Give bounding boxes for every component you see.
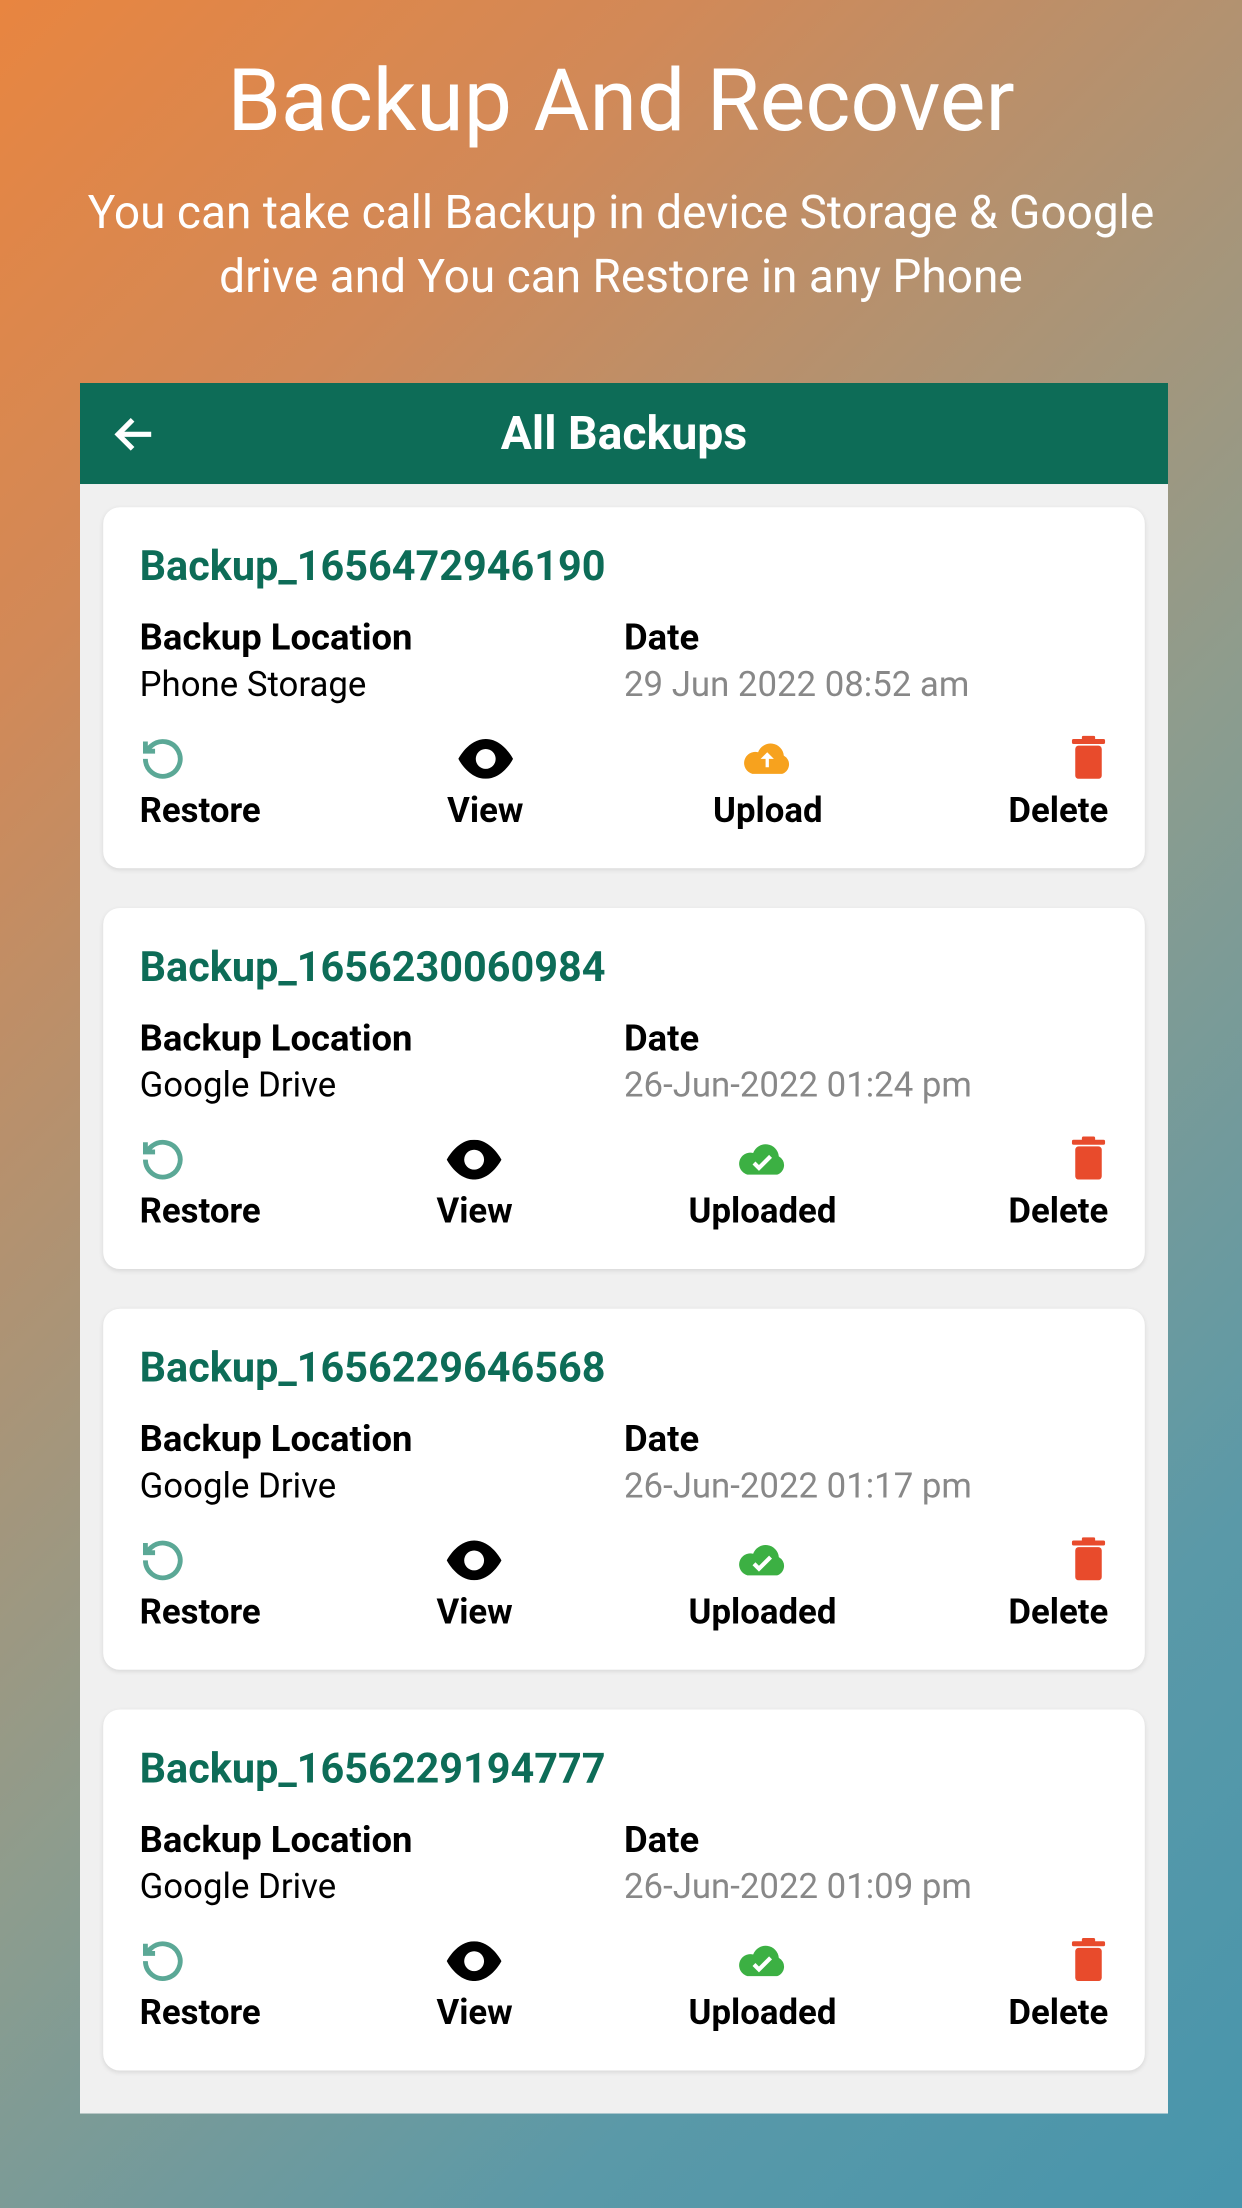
upload-label: Uploaded <box>689 1594 837 1634</box>
cloud-icon <box>736 1938 789 1984</box>
trash-icon <box>1069 736 1109 782</box>
upload-button[interactable]: Uploaded <box>689 1537 837 1633</box>
delete-button[interactable]: Delete <box>992 1537 1108 1633</box>
eye-icon <box>445 1938 505 1984</box>
date-label: Date <box>624 1019 1108 1060</box>
upload-label: Upload <box>713 792 823 832</box>
restore-label: Restore <box>140 792 261 832</box>
delete-button[interactable]: Delete <box>992 1136 1108 1232</box>
view-label: View <box>436 1193 512 1233</box>
view-label: View <box>436 1594 512 1634</box>
view-button[interactable]: View <box>417 1136 533 1232</box>
trash-icon <box>1069 1537 1109 1583</box>
eye-icon <box>445 1537 505 1583</box>
restore-label: Restore <box>140 1994 261 2034</box>
backup-name: Backup_1656472946190 <box>140 544 1109 592</box>
restore-icon <box>140 1537 186 1583</box>
delete-button[interactable]: Delete <box>992 1938 1108 2034</box>
backup-card: Backup_1656230060984 Backup Location Goo… <box>103 908 1145 1269</box>
date-label: Date <box>624 618 1108 659</box>
delete-label: Delete <box>1008 1594 1108 1634</box>
delete-label: Delete <box>1008 792 1108 832</box>
restore-button[interactable]: Restore <box>140 1136 261 1232</box>
restore-label: Restore <box>140 1594 261 1634</box>
view-button[interactable]: View <box>427 736 543 832</box>
date-value: 26-Jun-2022 01:24 pm <box>624 1067 1108 1107</box>
backup-list[interactable]: Backup_1656472946190 Backup Location Pho… <box>80 484 1168 2114</box>
location-value: Google Drive <box>140 1468 624 1508</box>
backup-name: Backup_1656229646568 <box>140 1345 1109 1393</box>
location-label: Backup Location <box>140 1019 624 1060</box>
cloud-icon <box>736 1136 789 1182</box>
upload-label: Uploaded <box>689 1994 837 2034</box>
upload-label: Uploaded <box>689 1193 837 1233</box>
date-label: Date <box>624 1820 1108 1861</box>
location-value: Phone Storage <box>140 666 624 706</box>
location-value: Google Drive <box>140 1868 624 1908</box>
date-value: 26-Jun-2022 01:09 pm <box>624 1868 1108 1908</box>
view-label: View <box>436 1994 512 2034</box>
arrow-left-icon <box>110 409 160 459</box>
backup-card: Backup_1656229194777 Backup Location Goo… <box>103 1709 1145 2070</box>
restore-icon <box>140 1136 186 1182</box>
view-label: View <box>447 792 523 832</box>
view-button[interactable]: View <box>417 1938 533 2034</box>
actions-row: Restore View Upload <box>140 736 1109 832</box>
actions-row: Restore View Uploaded <box>140 1537 1109 1633</box>
date-value: 29 Jun 2022 08:52 am <box>624 666 1108 706</box>
upload-button[interactable]: Uploaded <box>689 1136 837 1232</box>
cloud-icon <box>736 1537 789 1583</box>
back-button[interactable] <box>110 409 160 459</box>
app-frame: All Backups Backup_1656472946190 Backup … <box>80 383 1168 2114</box>
delete-label: Delete <box>1008 1994 1108 2034</box>
delete-label: Delete <box>1008 1193 1108 1233</box>
actions-row: Restore View Uploaded <box>140 1938 1109 2034</box>
trash-icon <box>1069 1136 1109 1182</box>
cloud-icon <box>741 736 794 782</box>
upload-button[interactable]: Uploaded <box>689 1938 837 2034</box>
trash-icon <box>1069 1938 1109 1984</box>
restore-button[interactable]: Restore <box>140 1537 261 1633</box>
promo-title: Backup And Recover <box>0 50 1242 151</box>
eye-icon <box>445 1136 505 1182</box>
restore-label: Restore <box>140 1193 261 1233</box>
eye-icon <box>455 736 515 782</box>
backup-meta: Backup Location Google Drive Date 26-Jun… <box>140 1420 1109 1508</box>
date-label: Date <box>624 1420 1108 1461</box>
promo-header: Backup And Recover You can take call Bac… <box>0 0 1242 310</box>
date-value: 26-Jun-2022 01:17 pm <box>624 1468 1108 1508</box>
location-label: Backup Location <box>140 1820 624 1861</box>
backup-meta: Backup Location Google Drive Date 26-Jun… <box>140 1820 1109 1908</box>
backup-card: Backup_1656472946190 Backup Location Pho… <box>103 507 1145 868</box>
backup-name: Backup_1656230060984 <box>140 944 1109 992</box>
location-label: Backup Location <box>140 1420 624 1461</box>
app-header: All Backups <box>80 383 1168 484</box>
location-label: Backup Location <box>140 618 624 659</box>
backup-name: Backup_1656229194777 <box>140 1746 1109 1794</box>
delete-button[interactable]: Delete <box>992 736 1108 832</box>
backup-meta: Backup Location Google Drive Date 26-Jun… <box>140 1019 1109 1107</box>
page-title: All Backups <box>501 406 747 461</box>
restore-icon <box>140 1938 186 1984</box>
restore-icon <box>140 736 186 782</box>
restore-button[interactable]: Restore <box>140 736 261 832</box>
promo-subtitle: You can take call Backup in device Stora… <box>0 181 1242 310</box>
backup-meta: Backup Location Phone Storage Date 29 Ju… <box>140 618 1109 706</box>
view-button[interactable]: View <box>417 1537 533 1633</box>
backup-card: Backup_1656229646568 Backup Location Goo… <box>103 1309 1145 1670</box>
location-value: Google Drive <box>140 1067 624 1107</box>
restore-button[interactable]: Restore <box>140 1938 261 2034</box>
actions-row: Restore View Uploaded <box>140 1136 1109 1232</box>
upload-button[interactable]: Upload <box>710 736 826 832</box>
